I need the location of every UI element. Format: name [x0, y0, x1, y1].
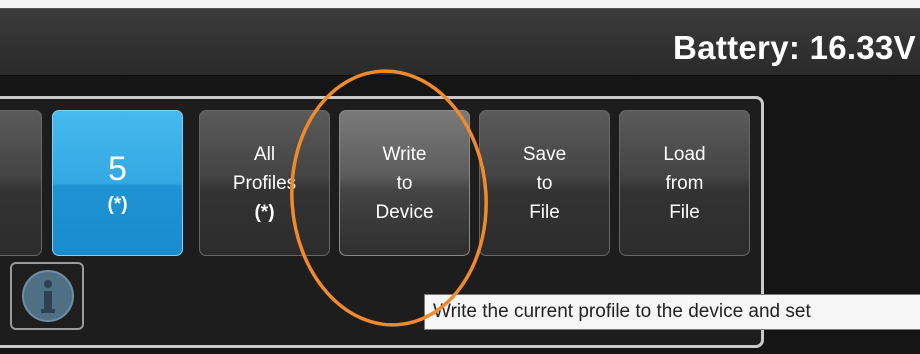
save-to-file-line-3: File [529, 201, 560, 223]
load-from-file-line-3: File [669, 201, 700, 223]
profile-5-tile[interactable]: 5 (*) [52, 110, 183, 256]
load-from-file-line-1: Load [663, 143, 706, 165]
tooltip-text: Write the current profile to the device … [433, 301, 811, 322]
battery-status: Battery: 16.33V [673, 29, 916, 66]
profile-5-modified-marker: (*) [107, 193, 128, 215]
write-to-device-line-2: to [396, 172, 413, 194]
profile-5-number: 5 [108, 149, 127, 188]
save-to-file-line-2: to [536, 172, 553, 194]
load-from-file-line-2: from [665, 172, 704, 194]
write-to-device-button[interactable]: Write to Device [339, 110, 470, 256]
info-icon [22, 270, 74, 322]
all-profiles-button[interactable]: All Profiles (*) [199, 110, 330, 256]
all-profiles-line-1: All [253, 143, 276, 165]
tooltip: Write the current profile to the device … [424, 294, 920, 330]
write-to-device-line-1: Write [382, 143, 427, 165]
all-profiles-modified-marker: (*) [254, 201, 275, 223]
profile-tile-previous[interactable] [0, 110, 42, 256]
info-button[interactable] [10, 262, 84, 330]
header-bar: Battery: 16.33V [0, 8, 920, 76]
write-to-device-line-3: Device [375, 201, 434, 223]
save-to-file-button[interactable]: Save to File [479, 110, 610, 256]
save-to-file-line-1: Save [522, 143, 567, 165]
all-profiles-line-2: Profiles [232, 172, 297, 194]
load-from-file-button[interactable]: Load from File [619, 110, 750, 256]
window-top-strip [0, 0, 920, 8]
